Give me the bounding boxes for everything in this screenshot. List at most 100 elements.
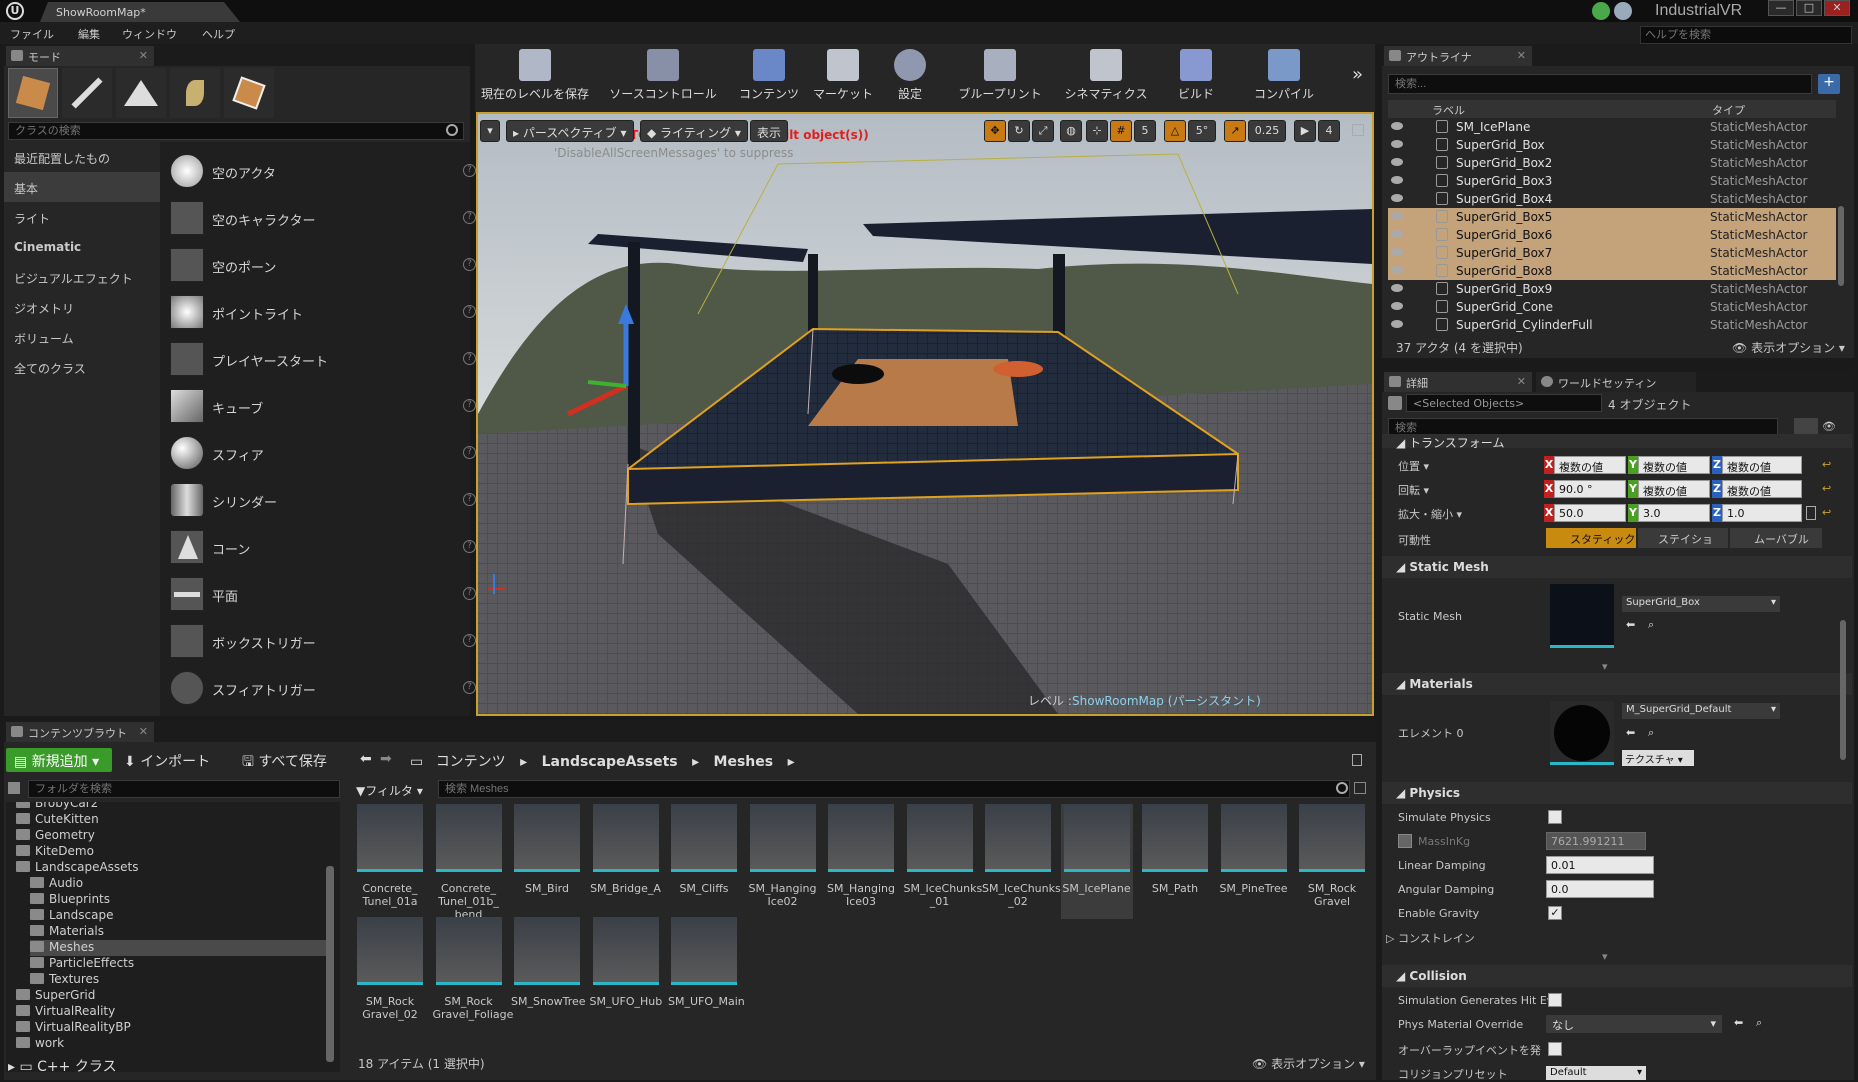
asset-tile[interactable]: SM_Hanging Ice03	[825, 804, 897, 919]
close-tab-icon[interactable]: ✕	[1517, 49, 1526, 62]
category-all-classes[interactable]: 全てのクラス	[4, 352, 160, 382]
use-selected-arrow-icon[interactable]: ⬅	[1626, 618, 1635, 631]
rotation-y-field[interactable]: 複数の値	[1638, 480, 1710, 498]
tab-outliner[interactable]: アウトライナ ✕	[1384, 46, 1532, 66]
visibility-eye-icon[interactable]	[1391, 248, 1403, 256]
section-physics[interactable]: ◢ Physics	[1382, 782, 1852, 804]
category-lights[interactable]: ライト	[4, 202, 160, 232]
folder-tree-item[interactable]: work	[16, 1036, 326, 1052]
asset-tile[interactable]: SM_IceChunks _02	[982, 804, 1061, 919]
back-arrow-icon[interactable]: ⬅	[360, 751, 372, 767]
save-all-button[interactable]: 🖫 すべて保存	[242, 751, 327, 775]
folder-tree-item[interactable]: Textures	[30, 972, 326, 988]
folder-tree-item[interactable]: CuteKitten	[16, 812, 326, 828]
mobility-static-button[interactable]: スタティック	[1546, 528, 1636, 548]
asset-tile[interactable]: SM_Rock Gravel	[1296, 804, 1368, 919]
lighting-mode-button[interactable]: ◆ ライティング ▾	[640, 120, 748, 142]
asset-tile[interactable]: SM_Path	[1139, 804, 1211, 919]
visibility-eye-icon[interactable]	[1391, 158, 1403, 166]
place-point-light[interactable]: ポイントライト?	[166, 289, 476, 335]
browse-search-icon[interactable]: ⌕	[1648, 726, 1654, 740]
close-tab-icon[interactable]: ✕	[139, 725, 148, 738]
visibility-eye-icon[interactable]	[1391, 176, 1403, 184]
content-view-options[interactable]: 👁 表示オプション ▾	[1252, 1055, 1365, 1072]
help-icon[interactable]: ?	[463, 305, 476, 318]
help-icon[interactable]: ?	[463, 681, 476, 694]
place-cube[interactable]: キューブ?	[166, 383, 476, 429]
scale-snap-icon[interactable]: ↗	[1224, 120, 1246, 142]
constraints-row[interactable]: ▷ コンストレイン	[1386, 930, 1475, 946]
asset-tile[interactable]: SM_Bird	[511, 804, 583, 919]
outliner-row[interactable]: SuperGrid_Box6 StaticMeshActor	[1388, 226, 1836, 244]
place-sphere[interactable]: スフィア?	[166, 430, 476, 476]
outliner-row[interactable]: SuperGrid_Box5 StaticMeshActor	[1388, 208, 1836, 226]
outliner-row[interactable]: SM_IcePlane StaticMeshActor	[1388, 118, 1836, 136]
help-search-input[interactable]	[1640, 26, 1852, 44]
help-icon[interactable]: ?	[463, 211, 476, 224]
forward-arrow-icon[interactable]: ➡	[380, 751, 392, 767]
save-search-icon[interactable]	[1354, 782, 1366, 794]
perspective-button[interactable]: ▸ パースペクティブ ▾	[506, 120, 634, 142]
help-icon[interactable]: ?	[463, 352, 476, 365]
tab-world-settings[interactable]: ワールドセッティン	[1536, 372, 1696, 392]
browse-search-icon[interactable]: ⌕	[1648, 618, 1654, 632]
phys-material-dropdown[interactable]: なし ▾	[1546, 1015, 1722, 1033]
maximize-button[interactable]: □	[1796, 0, 1822, 16]
column-label[interactable]: ラベル	[1432, 102, 1465, 118]
help-icon[interactable]: ?	[463, 493, 476, 506]
help-icon[interactable]: ?	[463, 399, 476, 412]
asset-tile[interactable]: SM_Rock Gravel_Foliage	[433, 917, 513, 1032]
asset-tile[interactable]: SM_SnowTree	[511, 917, 586, 1032]
settings-button[interactable]: 設定	[882, 45, 938, 105]
section-materials[interactable]: ◢ Materials	[1382, 673, 1852, 695]
scale-x-field[interactable]: 50.0	[1554, 504, 1626, 522]
sources-panel-icon[interactable]	[8, 782, 20, 794]
enable-gravity-checkbox[interactable]: ✓	[1548, 906, 1562, 920]
category-recent[interactable]: 最近配置したもの	[4, 142, 160, 172]
minimize-button[interactable]: —	[1768, 0, 1794, 16]
blueprints-button[interactable]: ブループリント	[950, 45, 1050, 105]
cpp-classes-folder[interactable]: ▸ ▭ C++ クラス	[8, 1056, 117, 1076]
place-cylinder[interactable]: シリンダー?	[166, 477, 476, 523]
help-icon[interactable]: ?	[463, 258, 476, 271]
visibility-eye-icon[interactable]	[1391, 122, 1403, 130]
visibility-eye-icon[interactable]	[1391, 230, 1403, 238]
visibility-eye-icon[interactable]	[1391, 140, 1403, 148]
reset-arrow-icon[interactable]: ↩	[1822, 506, 1831, 519]
details-scrollbar[interactable]	[1840, 620, 1846, 760]
source-control-button[interactable]: ソースコントロール	[598, 45, 728, 105]
place-empty-actor[interactable]: 空のアクタ?	[166, 148, 476, 194]
geometry-edit-mode-icon[interactable]	[224, 68, 274, 118]
compile-button[interactable]: コンパイル	[1250, 45, 1318, 105]
paint-mode-icon[interactable]	[62, 68, 112, 118]
outliner-search-input[interactable]	[1388, 74, 1812, 94]
lock-icon[interactable]	[1388, 396, 1402, 410]
scale-icon[interactable]: ⤢	[1032, 120, 1054, 142]
folder-tree-item[interactable]: VirtualReality	[16, 1004, 326, 1020]
content-button[interactable]: コンテンツ	[733, 45, 805, 105]
marketplace-button[interactable]: マーケット	[808, 45, 878, 105]
build-button[interactable]: ビルド	[1168, 45, 1224, 105]
surface-snap-icon[interactable]: ⊹	[1086, 120, 1108, 142]
asset-tile[interactable]: SM_UFO_Hub	[590, 917, 662, 1032]
asset-tile[interactable]: SM_Rock Gravel_02	[354, 917, 426, 1032]
category-volumes[interactable]: ボリューム	[4, 322, 160, 352]
section-transform[interactable]: ◢ トランスフォーム	[1382, 434, 1852, 450]
scale-snap-value[interactable]: 0.25	[1248, 120, 1286, 142]
camera-speed-icon[interactable]: ▶	[1294, 120, 1316, 142]
folder-tree-item[interactable]: LandscapeAssets	[16, 860, 326, 876]
lock-icon[interactable]	[1352, 754, 1362, 766]
outliner-row[interactable]: SuperGrid_CylinderFull StaticMeshActor	[1388, 316, 1836, 334]
mass-override-checkbox[interactable]	[1398, 834, 1412, 848]
category-visual-effects[interactable]: ビジュアルエフェクト	[4, 262, 160, 292]
linear-damping-field[interactable]: 0.01	[1546, 856, 1654, 874]
folder-tree-item[interactable]: Audio	[30, 876, 326, 892]
folder-tree-item[interactable]: Landscape	[30, 908, 326, 924]
outliner-row[interactable]: SuperGrid_Box4 StaticMeshActor	[1388, 190, 1836, 208]
class-search-input[interactable]	[8, 122, 464, 140]
outliner-row[interactable]: SuperGrid_Box2 StaticMeshActor	[1388, 154, 1836, 172]
import-button[interactable]: ⬇ インポート	[124, 751, 210, 771]
material-thumbnail[interactable]	[1550, 701, 1614, 765]
help-icon[interactable]: ?	[463, 446, 476, 459]
camera-speed-value[interactable]: 4	[1318, 120, 1340, 142]
